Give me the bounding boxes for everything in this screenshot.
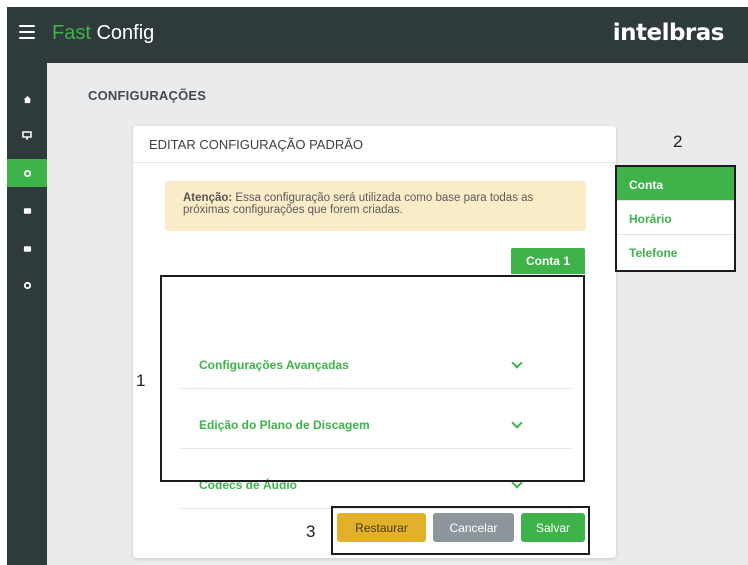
warning-alert: Atenção: Essa configuração será utilizad… bbox=[165, 181, 586, 231]
sidebar bbox=[7, 63, 47, 565]
app-window: Fast Config intelbras CONFIGURAÇÕES EDIT… bbox=[0, 0, 748, 565]
alert-label: Atenção: bbox=[183, 192, 233, 204]
tab-conta-1[interactable]: Conta 1 bbox=[511, 248, 585, 274]
annotation-number-1: 1 bbox=[136, 371, 146, 390]
annotation-box-1 bbox=[160, 275, 585, 482]
annotation-number-3: 3 bbox=[306, 522, 316, 541]
app-brand: Fast Config bbox=[52, 22, 154, 45]
folder-icon[interactable] bbox=[7, 235, 47, 263]
menu-item-telefone[interactable]: Telefone bbox=[617, 235, 734, 269]
home-icon[interactable] bbox=[7, 85, 47, 113]
settings-icon[interactable] bbox=[7, 159, 47, 187]
settings-icon[interactable] bbox=[7, 271, 47, 299]
hamburger-menu-icon[interactable] bbox=[19, 25, 35, 39]
annotation-box-3 bbox=[331, 506, 590, 555]
menu-item-conta[interactable]: Conta bbox=[617, 167, 734, 201]
brand-accent: Fast bbox=[52, 22, 91, 44]
folder-icon[interactable] bbox=[7, 197, 47, 225]
alert-text: Essa configuração será utilizada como ba… bbox=[183, 192, 534, 216]
page-title: CONFIGURAÇÕES bbox=[88, 88, 207, 103]
monitor-icon[interactable] bbox=[7, 121, 47, 149]
annotation-number-2: 2 bbox=[673, 132, 683, 151]
card-title: EDITAR CONFIGURAÇÃO PADRÃO bbox=[149, 137, 364, 152]
brand-name: Config bbox=[90, 22, 155, 44]
section-menu: Conta Horário Telefone bbox=[615, 165, 736, 272]
card-divider bbox=[133, 162, 616, 163]
intelbras-logo: intelbras bbox=[612, 20, 725, 46]
top-bar: Fast Config intelbras bbox=[7, 7, 748, 63]
menu-item-horario[interactable]: Horário bbox=[617, 201, 734, 235]
